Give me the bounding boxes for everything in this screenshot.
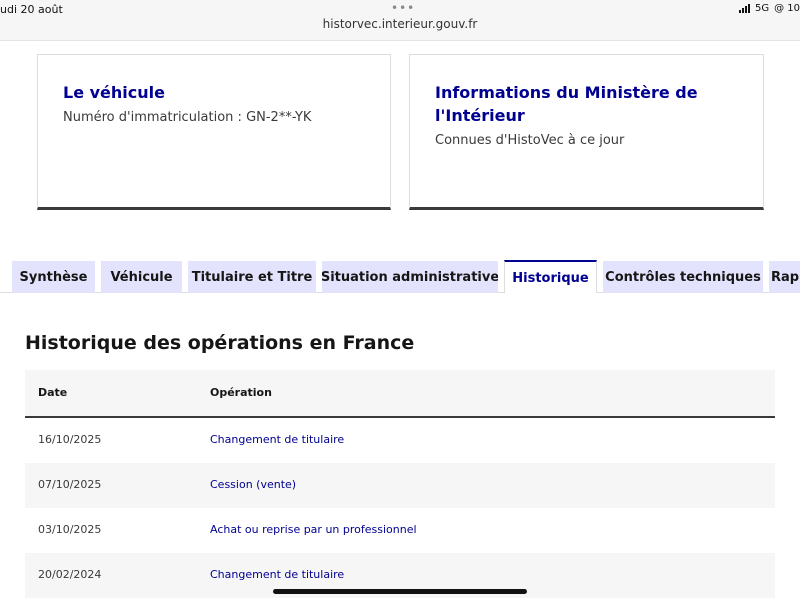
column-header-operation: Opération [210, 386, 272, 399]
vehicle-card: Le véhicule Numéro d'immatriculation : G… [37, 54, 391, 210]
row-date: 16/10/2025 [38, 433, 102, 446]
tab-titulaire-titre[interactable]: Titulaire et Titre [188, 261, 316, 293]
row-operation: Changement de titulaire [210, 433, 345, 446]
card-title: Informations du Ministère de l'Intérieur [435, 83, 698, 125]
card-description: Connues d'HistoVec à ce jour [435, 133, 625, 148]
battery-text: @ 10 [774, 3, 800, 14]
row-operation: Changement de titulaire [210, 568, 345, 581]
tab-bar: Synthèse Véhicule Titulaire et Titre Sit… [0, 260, 800, 294]
section-title: Historique des opérations en France [25, 332, 415, 354]
url-text: historvec.interieur.gouv.fr [322, 17, 478, 31]
row-date: 20/02/2024 [38, 568, 102, 581]
column-header-date: Date [38, 386, 68, 399]
row-date: 07/10/2025 [38, 478, 102, 491]
card-title: Le véhicule [63, 83, 165, 102]
table-row: 07/10/2025 Cession (vente) [25, 463, 775, 508]
tab-historique[interactable]: Historique [504, 260, 597, 294]
history-table: Date Opération 16/10/2025 Changement de … [25, 370, 775, 598]
tab-rapport[interactable]: Rap [769, 261, 800, 293]
ministry-info-card: Informations du Ministère de l'Intérieur… [409, 54, 764, 210]
table-row: 16/10/2025 Changement de titulaire [25, 418, 775, 463]
tab-synthese[interactable]: Synthèse [12, 261, 95, 293]
address-bar[interactable]: historvec.interieur.gouv.fr [0, 17, 800, 31]
more-options-icon[interactable]: ••• [391, 1, 415, 15]
status-date: udi 20 août [0, 3, 63, 16]
tab-controles-techniques[interactable]: Contrôles techniques [603, 261, 763, 293]
row-date: 03/10/2025 [38, 523, 102, 536]
tab-situation-administrative[interactable]: Situation administrative [322, 261, 498, 293]
registration-number: Numéro d'immatriculation : GN-2**-YK [63, 110, 312, 125]
signal-icon [738, 4, 750, 13]
row-operation: Cession (vente) [210, 478, 297, 491]
row-operation: Achat ou reprise par un professionnel [210, 523, 417, 536]
home-indicator[interactable] [273, 589, 527, 594]
status-indicators: 5G @ 10 [738, 3, 800, 14]
table-header: Date Opération [25, 370, 775, 418]
tab-vehicule[interactable]: Véhicule [101, 261, 182, 293]
network-label: 5G [754, 3, 770, 14]
browser-status-bar: udi 20 août ••• historvec.interieur.gouv… [0, 0, 800, 41]
table-row: 03/10/2025 Achat ou reprise par un profe… [25, 508, 775, 553]
